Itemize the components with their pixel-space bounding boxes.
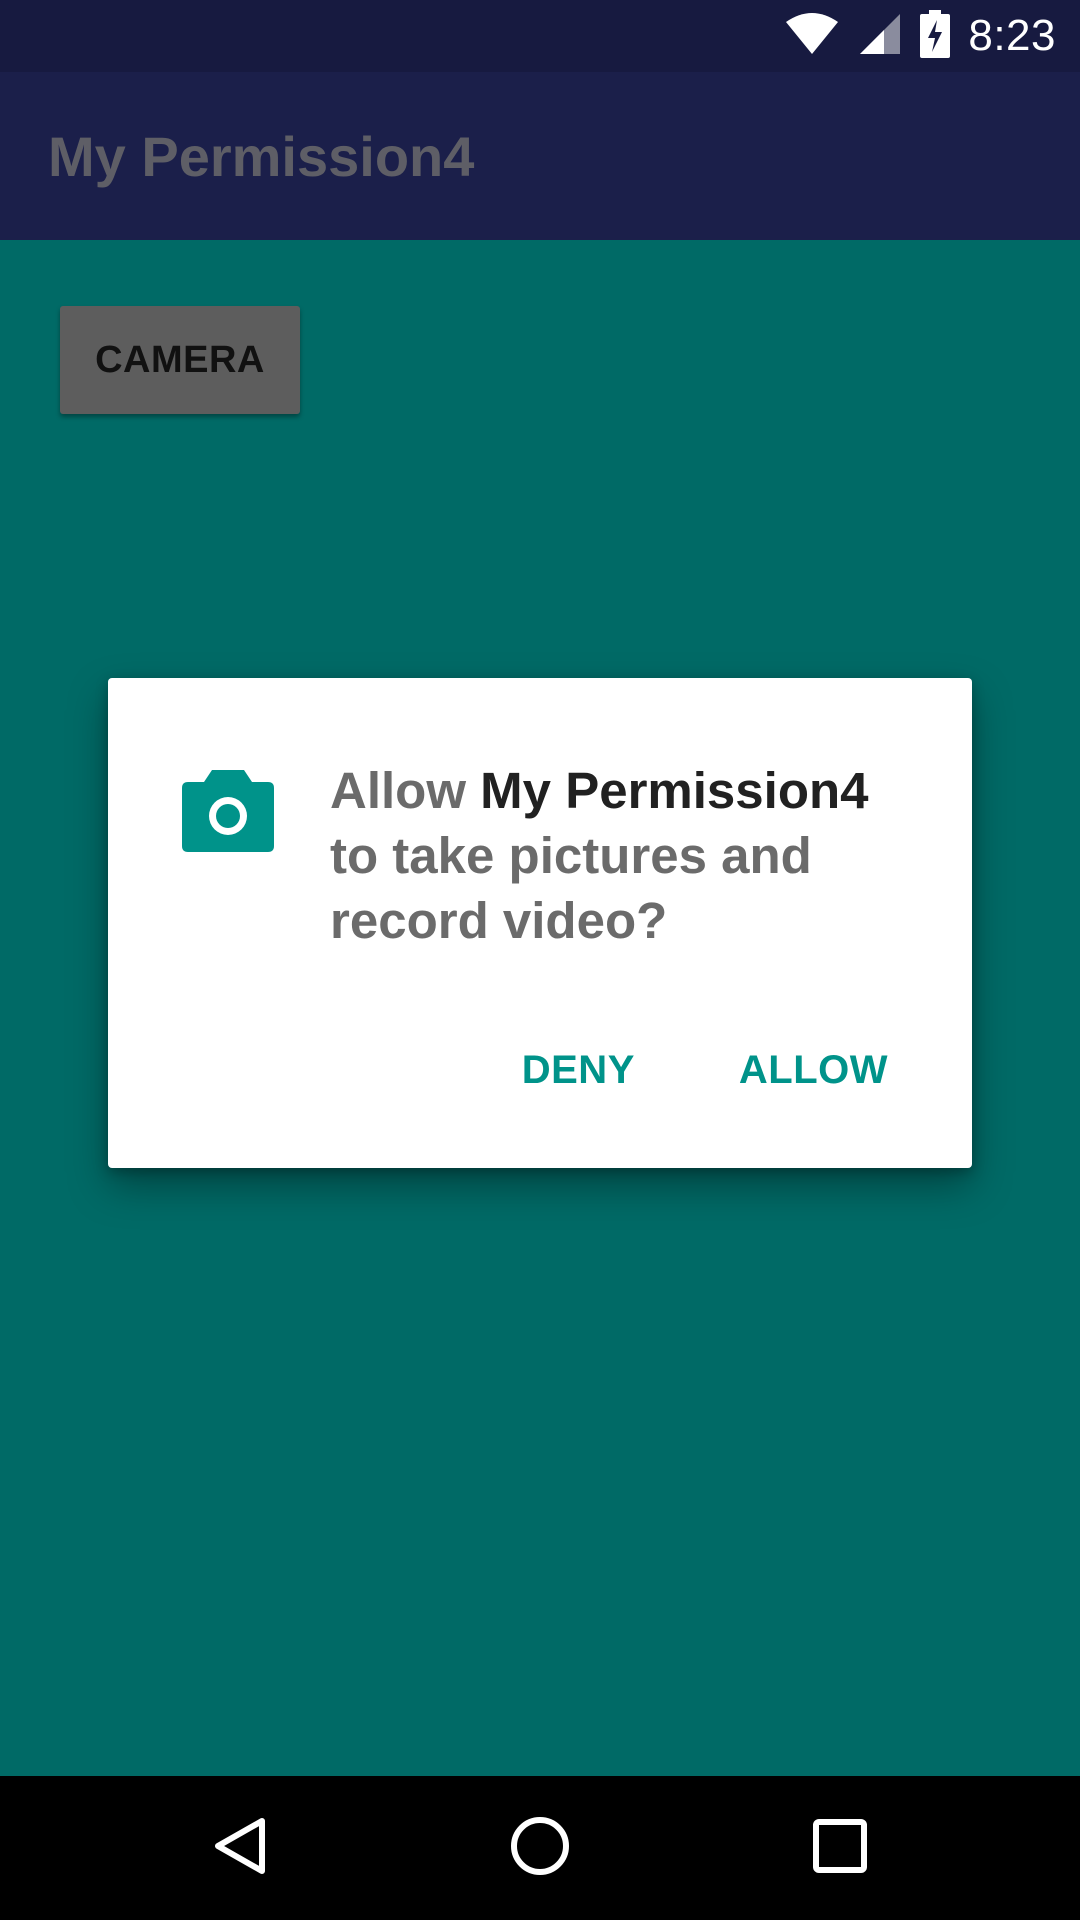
app-bar: My Permission4 <box>0 72 1080 240</box>
dialog-message: Allow My Permission4 to take pictures an… <box>330 758 930 953</box>
wifi-icon <box>784 12 840 61</box>
camera-button[interactable]: CAMERA <box>60 306 300 414</box>
back-button[interactable] <box>160 1776 320 1920</box>
permission-dialog: Allow My Permission4 to take pictures an… <box>108 678 972 1168</box>
status-time: 8:23 <box>968 11 1056 60</box>
home-button[interactable] <box>460 1776 620 1920</box>
recents-button[interactable] <box>760 1776 920 1920</box>
battery-charging-icon <box>920 9 951 63</box>
nav-bar <box>0 1776 1080 1920</box>
dialog-app-name: My Permission4 <box>480 762 869 819</box>
app-title: My Permission4 <box>48 125 475 188</box>
dialog-actions: DENY ALLOW <box>522 1048 888 1093</box>
status-bar: 8:23 <box>0 0 1080 72</box>
camera-icon <box>182 768 274 852</box>
dialog-message-suffix: to take pictures and record video? <box>330 827 812 949</box>
status-icons: 8:23 <box>784 0 1056 72</box>
screen: 8:23 My Permission4 CAMERA Allow My Perm… <box>0 0 1080 1920</box>
cell-signal-icon <box>858 12 902 61</box>
allow-button[interactable]: ALLOW <box>739 1048 888 1093</box>
deny-button[interactable]: DENY <box>522 1048 635 1093</box>
home-icon <box>510 1816 570 1881</box>
back-icon <box>212 1816 268 1881</box>
dialog-message-prefix: Allow <box>330 762 481 819</box>
recents-icon <box>812 1818 868 1879</box>
